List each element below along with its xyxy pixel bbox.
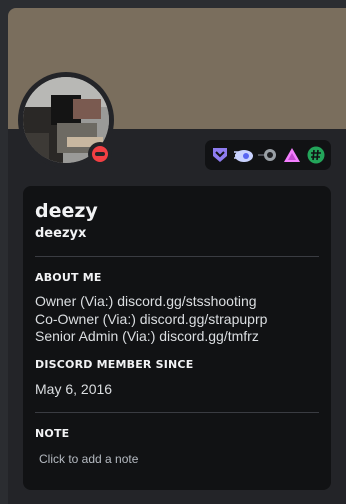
hashtag-icon[interactable] bbox=[305, 145, 326, 166]
about-line: Owner (Via:) discord.gg/stsshooting bbox=[35, 293, 257, 309]
divider bbox=[35, 411, 319, 413]
note-input[interactable]: Click to add a note bbox=[39, 451, 319, 467]
do-not-disturb-icon bbox=[92, 146, 108, 162]
avatar-container[interactable] bbox=[18, 72, 114, 168]
about-me-text: Owner (Via:) discord.gg/stsshooting Co-O… bbox=[35, 293, 319, 346]
boost-icon[interactable] bbox=[257, 145, 278, 166]
profile-info-card: deezy deezyx ABOUT ME Owner (Via:) disco… bbox=[23, 186, 331, 490]
about-line: Co-Owner (Via:) discord.gg/strapuprp bbox=[35, 310, 268, 327]
about-line: Senior Admin (Via:) discord.gg/tmfrz bbox=[35, 328, 259, 344]
badge-list bbox=[205, 140, 331, 170]
member-since-date: May 6, 2016 bbox=[35, 380, 113, 397]
display-name: deezy bbox=[35, 200, 98, 222]
hypesquad-balance-icon[interactable] bbox=[209, 145, 230, 166]
window-top-strip bbox=[0, 0, 346, 8]
about-me-title: ABOUT ME bbox=[35, 271, 102, 284]
username[interactable]: deezyx bbox=[35, 226, 319, 242]
divider bbox=[35, 256, 319, 257]
triangle-icon[interactable] bbox=[281, 145, 302, 166]
status-indicator bbox=[88, 142, 112, 166]
note-title: NOTE bbox=[35, 426, 70, 440]
member-since-title: DISCORD MEMBER SINCE bbox=[35, 357, 194, 371]
nitro-icon[interactable] bbox=[233, 145, 254, 166]
user-profile-popout: deezy deezyx ABOUT ME Owner (Via:) disco… bbox=[8, 8, 346, 504]
